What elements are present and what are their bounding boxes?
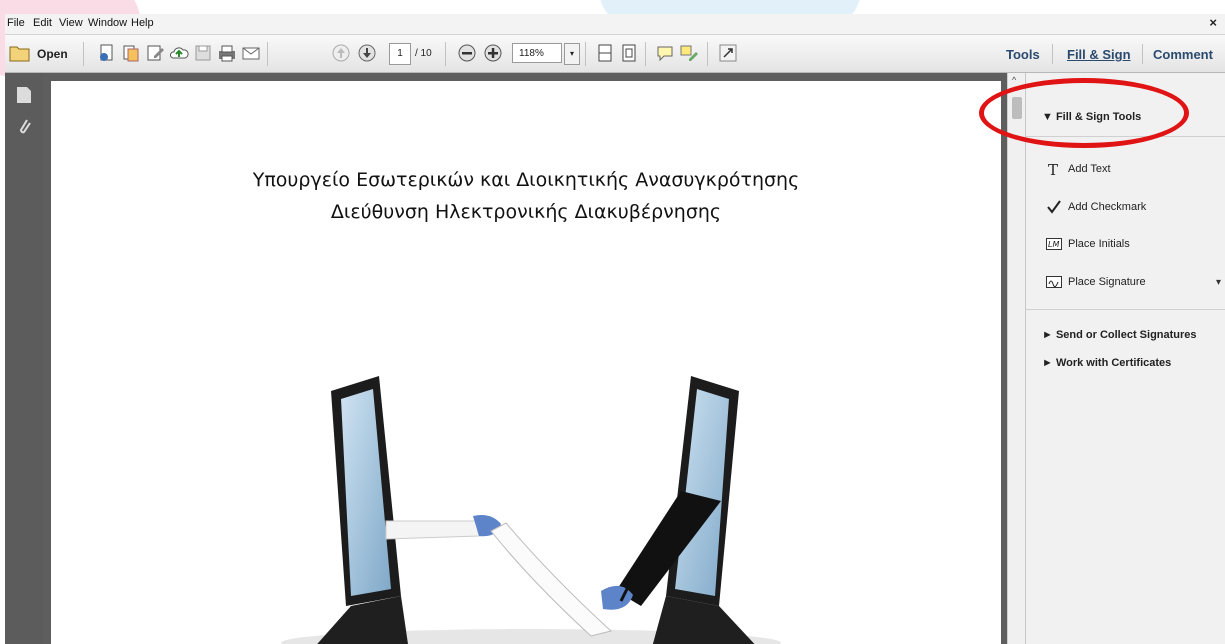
checkmark-icon xyxy=(1047,200,1061,214)
highlight-text-icon[interactable] xyxy=(679,43,699,63)
place-initials-label: Place Initials xyxy=(1068,238,1130,250)
combine-files-icon[interactable] xyxy=(121,43,141,63)
document-heading-directorate: Διεύθυνση Ηλεκτρονικής Διακυβέρνησης xyxy=(330,201,722,223)
menu-file[interactable]: File xyxy=(7,17,25,29)
work-with-certificates-header[interactable]: ► Work with Certificates xyxy=(1042,357,1171,369)
toolbar-separator xyxy=(83,42,84,66)
page-total: / 10 xyxy=(415,48,432,59)
email-icon[interactable] xyxy=(241,43,261,63)
signature-dropdown-icon[interactable]: ▾ xyxy=(1216,277,1221,288)
toolbar-separator xyxy=(585,42,586,66)
toolbar-separator xyxy=(267,42,268,66)
svg-text:T: T xyxy=(1048,161,1058,177)
zoom-in-icon[interactable] xyxy=(483,43,503,63)
tab-fill-sign[interactable]: Fill & Sign xyxy=(1067,47,1131,62)
close-icon[interactable]: × xyxy=(1209,15,1217,30)
fullscreen-icon[interactable] xyxy=(718,43,738,63)
menu-window[interactable]: Window xyxy=(88,17,127,29)
document-heading-ministry: Υπουργείο Εσωτερικών και Διοικητικής Ανα… xyxy=(252,169,800,191)
zoom-out-icon[interactable] xyxy=(457,43,477,63)
svg-text:LM: LM xyxy=(1048,240,1059,249)
text-t-icon: T xyxy=(1048,161,1058,177)
menu-view[interactable]: View xyxy=(59,17,83,29)
menu-bar: File Edit View Window Help × xyxy=(5,14,1225,35)
document-scrollbar[interactable]: ^ xyxy=(1007,73,1026,644)
toolbar-separator xyxy=(1052,44,1053,64)
toolbar: Open 1 / 10 118% ▾ Tools Fill & Sign Com… xyxy=(5,35,1225,73)
toolbar-separator xyxy=(707,42,708,66)
toolbar-separator xyxy=(645,42,646,66)
send-collect-signatures-header[interactable]: ► Send or Collect Signatures xyxy=(1042,329,1197,341)
page-thumbnails-icon[interactable] xyxy=(17,85,31,103)
highlight-circle-annotation xyxy=(979,78,1189,148)
e-government-illustration xyxy=(281,376,781,644)
open-button[interactable]: Open xyxy=(37,47,68,71)
toolbar-separator xyxy=(1142,44,1143,64)
pdf-page: Υπουργείο Εσωτερικών και Διοικητικής Ανα… xyxy=(51,81,1001,644)
menu-edit[interactable]: Edit xyxy=(33,17,52,29)
initials-icon: LM xyxy=(1046,238,1062,250)
fit-page-icon[interactable] xyxy=(619,43,639,63)
toolbar-separator xyxy=(445,42,446,66)
next-page-icon[interactable] xyxy=(357,43,377,63)
scroll-up-icon[interactable]: ^ xyxy=(1012,75,1016,85)
fill-sign-panel: ▼ Fill & Sign Tools T Add Text Add Check… xyxy=(1025,73,1225,644)
place-signature-tool[interactable]: Place Signature ▾ xyxy=(1046,274,1221,294)
scroll-mode-icon[interactable] xyxy=(595,43,615,63)
create-pdf-icon[interactable] xyxy=(97,43,117,63)
navigation-pane xyxy=(5,73,43,644)
signature-icon xyxy=(1046,276,1062,288)
attachments-icon[interactable] xyxy=(17,117,31,137)
previous-page-icon[interactable] xyxy=(331,43,351,63)
cloud-upload-icon[interactable] xyxy=(169,43,189,63)
menu-help[interactable]: Help xyxy=(131,17,154,29)
tab-tools[interactable]: Tools xyxy=(1006,47,1040,62)
comment-icon[interactable] xyxy=(655,43,675,63)
save-icon[interactable] xyxy=(193,43,213,63)
panel-divider xyxy=(1026,309,1225,310)
add-text-label: Add Text xyxy=(1068,163,1111,175)
document-viewer: Υπουργείο Εσωτερικών και Διοικητικής Ανα… xyxy=(43,73,1007,644)
place-signature-label: Place Signature xyxy=(1068,276,1146,288)
edit-pdf-icon[interactable] xyxy=(145,43,165,63)
zoom-dropdown-button[interactable]: ▾ xyxy=(564,43,580,65)
print-icon[interactable] xyxy=(217,43,237,63)
page-number-input[interactable]: 1 xyxy=(389,43,411,65)
zoom-level-field[interactable]: 118% xyxy=(512,43,562,63)
add-checkmark-label: Add Checkmark xyxy=(1068,201,1147,213)
folder-icon[interactable] xyxy=(9,43,31,63)
tab-comment[interactable]: Comment xyxy=(1153,47,1213,62)
